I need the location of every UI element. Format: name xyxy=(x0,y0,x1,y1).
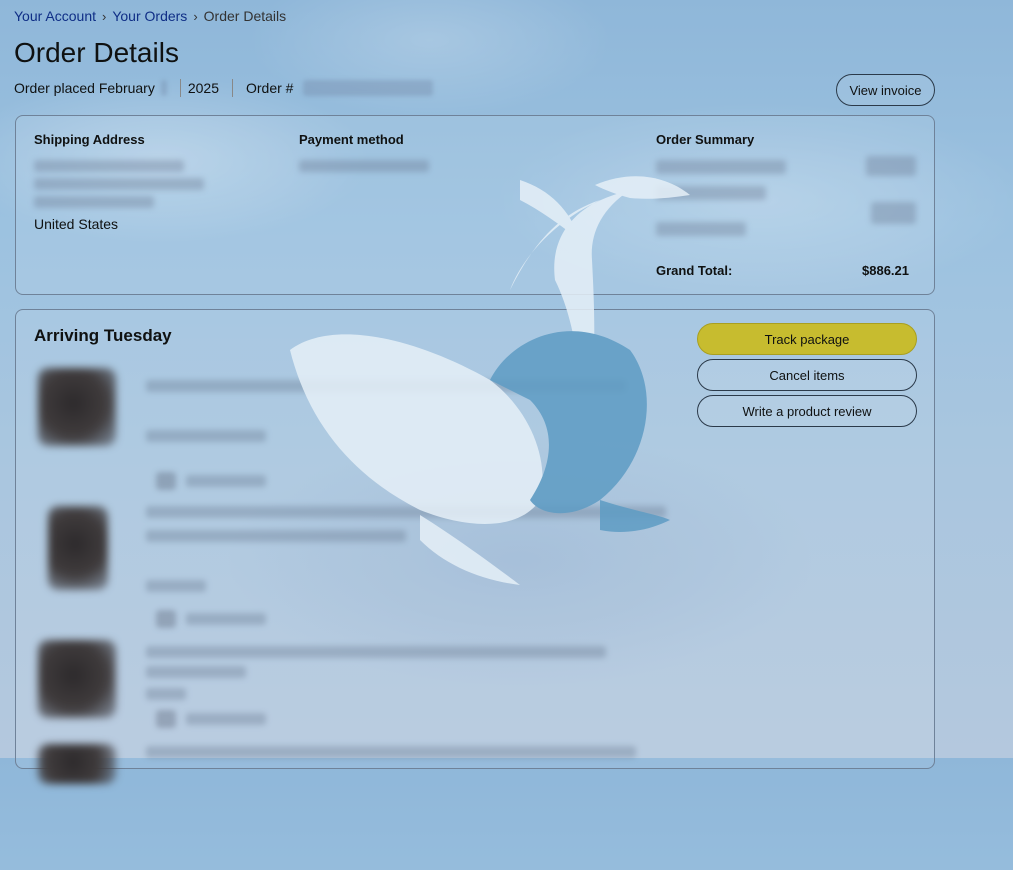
track-package-button[interactable]: Track package xyxy=(697,323,917,355)
view-invoice-button[interactable]: View invoice xyxy=(836,74,935,106)
redacted-summary-value xyxy=(871,202,916,224)
redacted-item-detail xyxy=(146,430,266,442)
shipping-country: United States xyxy=(34,216,119,232)
redacted-summary-line xyxy=(656,222,746,236)
redacted-item-detail xyxy=(146,688,186,700)
item-thumbnail[interactable] xyxy=(38,368,116,446)
redacted-summary-value xyxy=(866,156,916,176)
payment-method-heading: Payment method xyxy=(299,132,404,147)
page-title: Order Details xyxy=(14,37,179,68)
breadcrumb: Your Account › Your Orders › Order Detai… xyxy=(14,8,286,24)
redacted-item-detail xyxy=(146,580,206,592)
redacted-item-title[interactable] xyxy=(146,506,666,518)
order-number-label: Order # xyxy=(246,80,294,96)
meta-divider xyxy=(232,79,233,97)
breadcrumb-separator: › xyxy=(193,8,198,24)
redacted-item-title[interactable] xyxy=(146,380,626,392)
breadcrumb-separator: › xyxy=(102,8,107,24)
redacted-payment-line xyxy=(299,160,429,172)
meta-divider xyxy=(179,79,181,97)
redacted-summary-line xyxy=(656,160,786,174)
redacted-buy-again-label[interactable] xyxy=(186,713,266,725)
buy-again-icon[interactable] xyxy=(156,610,176,628)
order-summary-heading: Order Summary xyxy=(656,132,755,147)
redacted-summary-line xyxy=(656,186,766,200)
redacted-item-title[interactable] xyxy=(146,746,636,758)
order-placed-label: Order placed February xyxy=(14,80,155,96)
redacted-order-number xyxy=(303,80,434,96)
redacted-day xyxy=(160,80,167,96)
redacted-item-title[interactable] xyxy=(146,646,606,658)
buy-again-icon[interactable] xyxy=(156,472,176,490)
order-meta: Order placed February 2025 Order # xyxy=(14,79,434,97)
item-thumbnail[interactable] xyxy=(48,506,108,590)
grand-total-value: $886.21 xyxy=(862,263,909,278)
breadcrumb-your-orders-link[interactable]: Your Orders xyxy=(112,8,187,24)
grand-total-label: Grand Total: xyxy=(656,263,733,278)
cancel-items-button[interactable]: Cancel items xyxy=(697,359,917,391)
redacted-buy-again-label[interactable] xyxy=(186,613,266,625)
arriving-status: Arriving Tuesday xyxy=(34,326,172,345)
shipping-address-heading: Shipping Address xyxy=(34,132,145,147)
item-thumbnail[interactable] xyxy=(38,640,116,718)
redacted-address-line xyxy=(34,196,154,208)
buy-again-icon[interactable] xyxy=(156,710,176,728)
shipment-item xyxy=(16,500,696,630)
item-thumbnail[interactable] xyxy=(38,744,116,784)
write-review-button[interactable]: Write a product review xyxy=(697,395,917,427)
redacted-buy-again-label[interactable] xyxy=(186,475,266,487)
shipment-item xyxy=(16,740,696,870)
redacted-item-detail xyxy=(146,666,246,678)
order-summary-card: Shipping Address Payment method Order Su… xyxy=(15,115,935,295)
order-year: 2025 xyxy=(187,80,219,96)
breadcrumb-current-page: Order Details xyxy=(203,8,287,24)
redacted-address-line xyxy=(34,178,204,190)
redacted-item-title[interactable] xyxy=(146,530,406,542)
shipment-card: Arriving Tuesday Track package Cancel it… xyxy=(15,309,935,784)
breadcrumb-your-account-link[interactable]: Your Account xyxy=(14,8,96,24)
shipment-item xyxy=(16,360,696,490)
redacted-address-line xyxy=(34,160,184,172)
